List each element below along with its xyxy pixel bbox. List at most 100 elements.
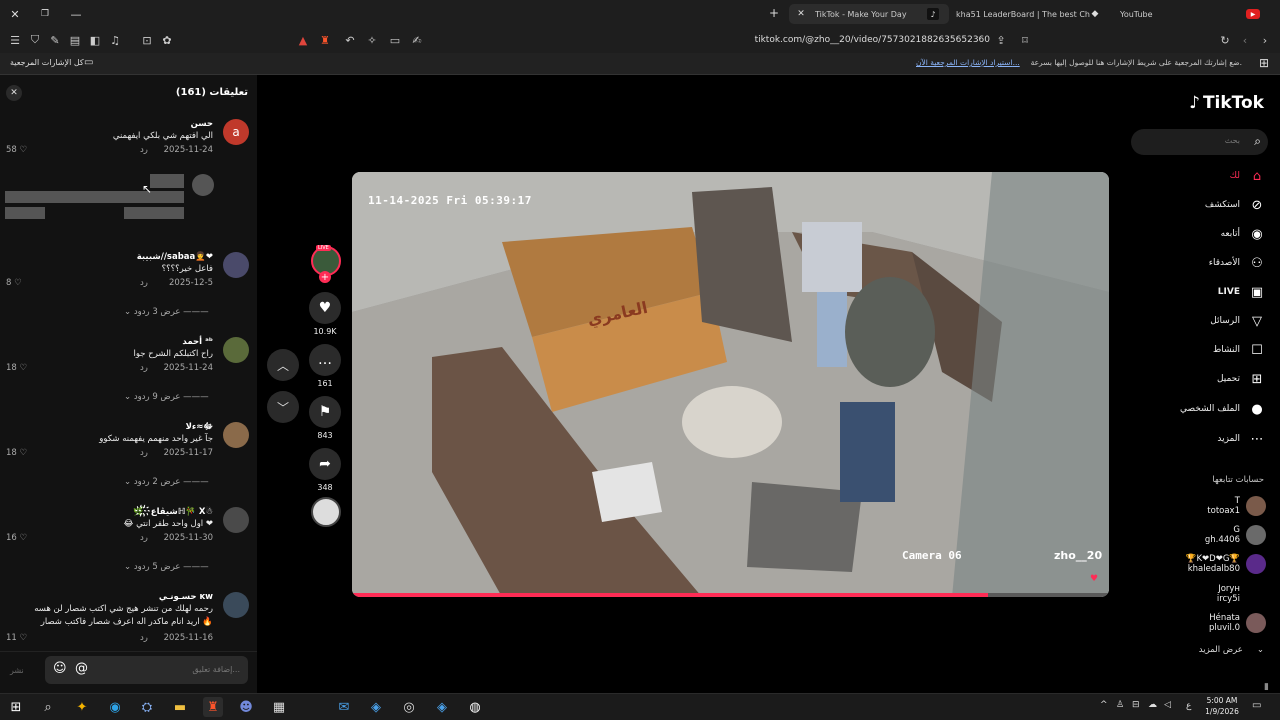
nav-profile[interactable]: ● الملف الشخصي bbox=[1180, 399, 1266, 419]
music-icon[interactable]: ♫ bbox=[108, 32, 122, 48]
all-bookmarks-label[interactable]: كل الإشارات المرجعية bbox=[10, 58, 84, 67]
comment-likes[interactable]: 18 ♡ bbox=[6, 448, 27, 458]
nav-explore[interactable]: ⊘ استكشف bbox=[1205, 195, 1266, 215]
following-account[interactable]: 🏆K❤D❤G🏆 khaledalb80 bbox=[1186, 551, 1266, 577]
app-icon[interactable]: ◈ bbox=[432, 697, 452, 717]
following-account[interactable]: Ggh.4406 bbox=[1205, 522, 1266, 548]
tab-youtube[interactable]: YouTube ▶ bbox=[1120, 4, 1270, 24]
nav-following[interactable]: ◉ أتابعه bbox=[1221, 224, 1266, 244]
folder-icon[interactable]: ▭ bbox=[84, 57, 93, 68]
comment-likes[interactable]: 11 ♡ bbox=[6, 633, 27, 643]
steam-icon[interactable]: ⛭ bbox=[137, 697, 157, 717]
previous-video-button[interactable]: ︿ bbox=[267, 349, 299, 381]
following-account[interactable]: Ttotoax1 bbox=[1207, 493, 1266, 519]
screenshot-icon[interactable]: ⊡ bbox=[140, 32, 154, 48]
avatar[interactable] bbox=[223, 337, 249, 363]
tray-expand-icon[interactable]: ^ bbox=[1100, 700, 1108, 710]
progress-track[interactable] bbox=[352, 593, 1109, 597]
save-action[interactable]: ⚑ 843 bbox=[309, 396, 341, 440]
video-player[interactable]: 11-14-2025 Fri 05:39:17 Camera 06 zho__2… bbox=[352, 172, 1109, 597]
screen-icon[interactable]: ▭ bbox=[388, 32, 402, 48]
windows-start-icon[interactable]: ⊞ bbox=[6, 697, 26, 717]
nav-messages[interactable]: ▽ الرسائل bbox=[1210, 311, 1266, 331]
close-comments-icon[interactable]: ✕ bbox=[6, 85, 22, 101]
comment-user[interactable]: 🌿҉شيڨاع҉ℍ🎋 X☃ bbox=[133, 507, 213, 517]
nav-activity[interactable]: ☐ النشاط bbox=[1213, 340, 1266, 360]
app-icon[interactable]: ◎ bbox=[399, 697, 419, 717]
avatar[interactable] bbox=[223, 507, 249, 533]
post-button[interactable]: نشر bbox=[10, 666, 24, 675]
magic-icon[interactable]: ✧ bbox=[365, 32, 379, 48]
apps-grid-icon[interactable]: ⊞ bbox=[1259, 56, 1269, 70]
outlook-icon[interactable]: ✉ bbox=[334, 697, 354, 717]
comment-action[interactable]: … 161 bbox=[309, 344, 341, 388]
copilot-icon[interactable]: ✦ bbox=[72, 697, 92, 717]
avatar[interactable] bbox=[223, 252, 249, 278]
nav-more[interactable]: ⋯ المزيد bbox=[1217, 429, 1266, 449]
edge-icon[interactable]: ◉ bbox=[105, 697, 125, 717]
address-bar[interactable]: tiktok.com/@zho__20/video/75730218826356… bbox=[700, 32, 990, 48]
nav-upload[interactable]: ⊞ تحميل bbox=[1217, 369, 1266, 389]
comment-user[interactable]: حسـونـي ᴋᴡ bbox=[159, 592, 213, 602]
brave-icon[interactable]: ♜ bbox=[203, 697, 223, 717]
app-icon[interactable]: ◈ bbox=[366, 697, 386, 717]
reply-button[interactable]: رد bbox=[140, 533, 148, 543]
new-tab-icon[interactable]: + bbox=[767, 6, 781, 20]
back-icon[interactable]: › bbox=[1258, 32, 1272, 48]
reload-icon[interactable]: ↻ bbox=[1218, 32, 1232, 48]
comment-user[interactable]: حسن bbox=[191, 119, 213, 129]
comment-likes[interactable]: 58 ♡ bbox=[6, 145, 27, 155]
tiktok-app-icon[interactable]: ◍ bbox=[465, 697, 485, 717]
window-restore-icon[interactable]: ❐ bbox=[38, 7, 52, 21]
emoji-icon[interactable]: ☺ bbox=[53, 661, 67, 676]
brave-rewards-icon[interactable]: ▲ bbox=[296, 32, 310, 48]
view-replies-button[interactable]: ⌄ عرض 2 ردود ——— bbox=[124, 477, 209, 487]
view-replies-button[interactable]: ⌄ عرض 5 ردود ——— bbox=[124, 562, 209, 572]
comment-user[interactable]: أحمد ᵃᵇ bbox=[182, 337, 213, 347]
cloud-icon[interactable]: ☁ bbox=[1148, 700, 1157, 710]
window-close-icon[interactable]: ✕ bbox=[8, 7, 22, 21]
forward-icon[interactable]: ‹ bbox=[1238, 32, 1252, 48]
nav-friends[interactable]: ⚇ الأصدقاء bbox=[1209, 253, 1266, 273]
calculator-icon[interactable]: ▦ bbox=[269, 697, 289, 717]
extensions-icon[interactable]: ✿ bbox=[160, 32, 174, 48]
comment-likes[interactable]: 18 ♡ bbox=[6, 363, 27, 373]
notes-icon[interactable]: ▤ bbox=[68, 32, 82, 48]
comment-user[interactable]: ﷻ≈ءلا bbox=[186, 422, 213, 434]
share-page-icon[interactable]: ⇪ bbox=[994, 32, 1008, 48]
menu-icon[interactable]: ☰ bbox=[8, 32, 22, 48]
close-tab-icon[interactable]: ✕ bbox=[795, 9, 807, 19]
nav-live[interactable]: ▣ LIVE bbox=[1218, 282, 1266, 302]
see-more-button[interactable]: عرض المزيد ⌄ bbox=[1199, 645, 1264, 655]
discord-icon[interactable]: ☻ bbox=[236, 697, 256, 717]
reply-button[interactable]: رد bbox=[140, 633, 148, 643]
view-replies-button[interactable]: ⌄ عرض 9 ردود ——— bbox=[124, 392, 209, 402]
draw-icon[interactable]: ✍ bbox=[410, 32, 424, 48]
avatar[interactable] bbox=[223, 422, 249, 448]
shield-icon[interactable]: ⛉ bbox=[28, 32, 42, 48]
search-icon[interactable]: ⌕ bbox=[38, 697, 58, 717]
search-input[interactable]: بحث ⌕ bbox=[1131, 129, 1268, 155]
volume-icon[interactable]: ◁ bbox=[1164, 700, 1171, 710]
search-icon[interactable]: ⌕ bbox=[1254, 134, 1261, 149]
follow-plus-icon[interactable]: + bbox=[319, 271, 331, 283]
undo-icon[interactable]: ↶ bbox=[343, 32, 357, 48]
following-account[interactable]: Joryʜ ircy5i bbox=[1217, 581, 1266, 607]
comment-input[interactable]: إضافة تعليق... ☺ @ bbox=[45, 656, 248, 684]
mention-icon[interactable]: @ bbox=[75, 661, 88, 676]
sound-disc[interactable] bbox=[311, 497, 341, 527]
import-bookmarks-link[interactable]: استيراد الإشارات المرجعية الآن... bbox=[916, 58, 1020, 67]
comment-likes[interactable]: 8 ♡ bbox=[6, 278, 22, 288]
notifications-icon[interactable]: ▭ bbox=[1252, 700, 1261, 711]
view-replies-button[interactable]: ⌄ عرض 3 ردود ——— bbox=[124, 307, 209, 317]
next-video-button[interactable]: ﹀ bbox=[267, 391, 299, 423]
window-minimize-icon[interactable]: — bbox=[69, 7, 83, 21]
clock[interactable]: 5:00 AM 1/9/2026 bbox=[1202, 695, 1242, 717]
following-account[interactable]: Hénata pluvil.0 bbox=[1209, 610, 1266, 636]
microphone-icon[interactable]: ♙ bbox=[1116, 700, 1124, 710]
reply-button[interactable]: رد bbox=[140, 448, 148, 458]
comment-likes[interactable]: 16 ♡ bbox=[6, 533, 27, 543]
nav-for-you[interactable]: ⌂ لك bbox=[1230, 166, 1266, 186]
network-icon[interactable]: ⊟ bbox=[1132, 700, 1140, 710]
share-action[interactable]: ➦ 348 bbox=[309, 448, 341, 492]
